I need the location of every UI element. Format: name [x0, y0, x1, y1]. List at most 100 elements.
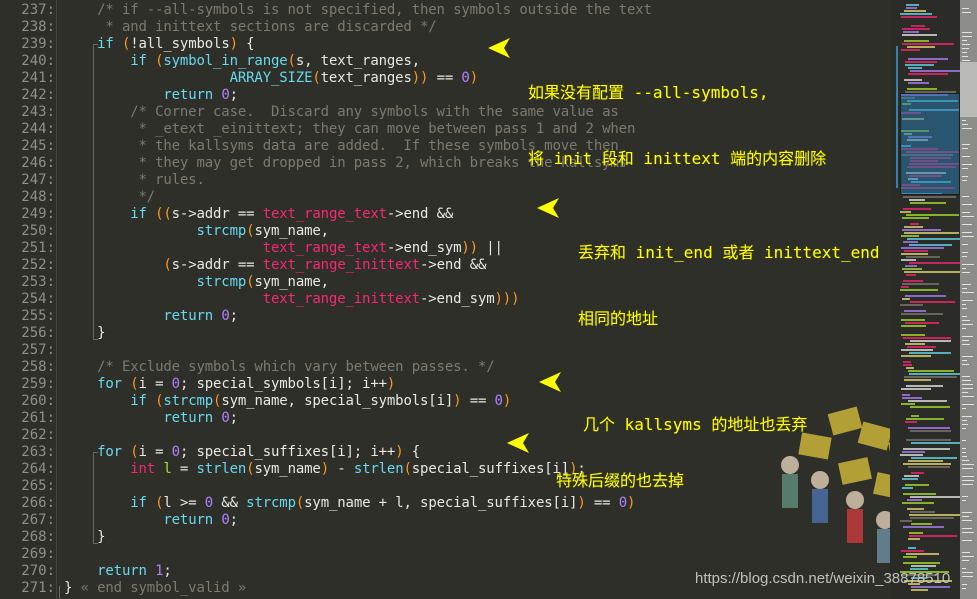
code-token: ): [469, 70, 478, 86]
annotation-line: 特殊后缀的也去掉: [556, 471, 685, 490]
line-number: 262:: [21, 427, 55, 443]
scrollbar-mark: [962, 516, 969, 517]
minimap-line: [906, 4, 919, 6]
scrollbar-mark: [962, 244, 968, 245]
minimap-line: [904, 226, 923, 228]
scrollbar-thumb[interactable]: [960, 62, 977, 117]
minimap-line: [901, 325, 926, 327]
code-token: ==: [428, 70, 462, 86]
scrollbar-mark: [962, 60, 970, 61]
scrollbar-mark: [962, 148, 968, 149]
scrollbar-mark: [962, 300, 973, 301]
code-token: s->addr ==: [171, 206, 263, 222]
fold-guide-bottom: [93, 339, 98, 340]
code-text: }: [64, 529, 105, 546]
code-token: 0: [221, 87, 230, 103]
scrollbar-mark: [962, 460, 969, 461]
minimap-line: [908, 427, 950, 429]
code-text: return 0;: [64, 87, 238, 104]
code-token: strcmp: [196, 223, 247, 239]
code-token: text_ranges: [320, 70, 412, 86]
vertical-scrollbar[interactable]: [960, 0, 977, 599]
scrollbar-mark: [962, 552, 970, 553]
minimap-line: [901, 313, 943, 315]
minimap-line: [904, 271, 960, 273]
code-token: symbol_in_range: [163, 53, 288, 69]
minimap-line: [909, 373, 960, 375]
minimap-line: [900, 13, 932, 15]
minimap-line: [901, 235, 919, 237]
code-token: return: [163, 410, 214, 426]
code-token: for: [97, 444, 122, 460]
code-text: return 0;: [64, 410, 238, 427]
minimap-line: [905, 295, 946, 297]
minimap-line: [910, 340, 951, 342]
minimap-line: [910, 511, 935, 513]
code-token: ): [502, 393, 512, 409]
scrollbar-mark: [962, 456, 967, 457]
minimap-viewport[interactable]: [900, 93, 960, 195]
scrollbar-mark: [962, 32, 972, 33]
scrollbar-mark: [962, 324, 973, 325]
code-token: * and inittext sections are discarded */: [64, 19, 437, 35]
minimap-line: [909, 199, 925, 201]
code-text: for (i = 0; special_suffixes[i]; i++) {: [64, 444, 420, 461]
minimap-line: [911, 442, 960, 444]
code-token: 0: [221, 512, 230, 528]
minimap-line: [910, 406, 950, 408]
code-token: (: [130, 444, 139, 460]
minimap-line: [908, 460, 943, 462]
code-token: &&: [213, 495, 247, 511]
code-token: ->end_sym: [386, 240, 462, 256]
code-token: s->addr ==: [171, 257, 263, 273]
minimap-line: [906, 256, 940, 258]
minimap-line: [902, 229, 941, 231]
code-token: * rules.: [64, 172, 205, 188]
scrollbar-mark: [962, 428, 966, 429]
fold-guide: [93, 44, 94, 340]
scrollbar-mark: [962, 376, 970, 377]
code-token: ARRAY_SIZE: [229, 70, 313, 86]
code-token: }: [64, 580, 81, 596]
minimap-line: [906, 274, 916, 276]
minimap-line: [906, 553, 939, 555]
scrollbar-mark: [962, 320, 970, 321]
annotation-line: 如果没有配置 --all-symbols,: [528, 83, 769, 102]
minimap-line: [902, 268, 922, 270]
scrollbar-mark: [962, 384, 973, 385]
scrollbar-mark: [962, 344, 970, 345]
minimap-line: [909, 262, 960, 264]
scrollbar-mark: [962, 272, 970, 273]
scrollbar-mark: [962, 316, 967, 317]
scrollbar-mark: [962, 576, 973, 577]
fold-guide-bottom: [93, 543, 98, 544]
code-text: /* if --all-symbols is not specified, th…: [64, 2, 652, 19]
line-number: 259:: [21, 376, 55, 392]
code-token: 0: [221, 308, 230, 324]
line-number: 263:: [21, 444, 55, 460]
code-token: (: [121, 36, 131, 52]
minimap-line: [902, 397, 922, 399]
minimap-line: [908, 538, 920, 540]
line-number: 257:: [21, 342, 55, 358]
code-text: }: [64, 325, 105, 342]
minimap-line: [904, 310, 926, 312]
code-token: if: [97, 36, 114, 52]
scrollbar-mark: [962, 336, 973, 337]
code-text: strcmp(sym_name,: [64, 274, 329, 291]
scrollbar-mark: [962, 484, 973, 485]
fold-guide-top: [93, 44, 98, 45]
minimap-line: [903, 448, 950, 450]
minimap-line: [901, 349, 933, 351]
line-number: 241:: [21, 70, 55, 86]
line-number: 253:: [21, 274, 55, 290]
line-number: 247:: [21, 172, 55, 188]
minimap-line: [900, 520, 912, 522]
scrollbar-mark: [962, 440, 966, 441]
code-token: ))): [494, 291, 520, 307]
code-token: return: [163, 87, 214, 103]
